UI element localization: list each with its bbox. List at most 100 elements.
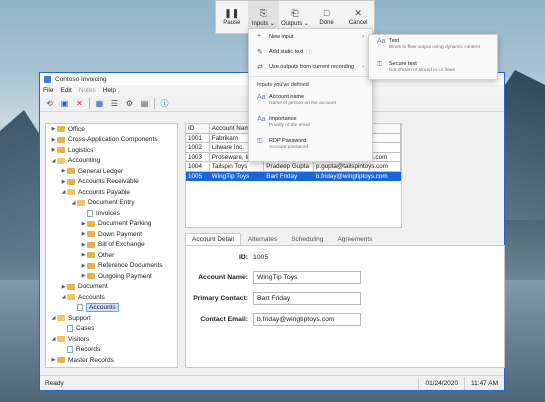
expand-arrow-icon[interactable]: ▶ [80, 263, 87, 269]
table-cell: Pradeep Gupta [264, 162, 314, 172]
expand-arrow-icon[interactable]: ◢ [60, 294, 67, 300]
tree-node[interactable]: ▶ Cross-Application Components [46, 135, 177, 146]
submenu-secure-text[interactable]: ⚿ Secure text Not shown or stored in UI … [369, 58, 497, 81]
defined-input-rdp-password[interactable]: ⚿ RDP Password Account password [249, 135, 372, 157]
primary-contact-label: Primary Contact: [193, 295, 248, 302]
delete-icon[interactable]: ✕ [74, 98, 85, 109]
tree-node[interactable]: Invoices [46, 208, 177, 219]
account-name-field[interactable]: WingTip Toys [253, 271, 361, 284]
info-icon[interactable]: ⓘ [159, 98, 170, 109]
settings-icon[interactable]: ⚙ [124, 98, 135, 109]
tree-node[interactable]: ◢ Support [46, 313, 177, 324]
save-icon[interactable]: ▣ [59, 98, 70, 109]
tree-node[interactable]: Accounts [46, 303, 177, 314]
tree-node[interactable]: ▶ General Ledger [46, 166, 177, 177]
tree-node[interactable]: ◢ Document Entry [46, 198, 177, 209]
table-cell: WingTip Toys [209, 171, 265, 181]
menu-file[interactable]: File [43, 87, 53, 94]
tree-node[interactable]: ▶ Down Payment [46, 229, 177, 240]
defined-input-importance[interactable]: Aa Importance Priority of the email [249, 113, 372, 135]
tree-node[interactable]: ▶ Document [46, 282, 177, 293]
expand-arrow-icon[interactable]: ▶ [60, 179, 67, 185]
tree-node[interactable]: ▶ Reference Documents [46, 261, 177, 272]
report-icon[interactable]: ▤ [139, 98, 150, 109]
close-icon: ✕ [354, 8, 362, 18]
tree-node-label: Reference Documents [98, 262, 163, 270]
refresh-icon[interactable]: ⟲ [44, 98, 55, 109]
page-icon [67, 325, 73, 333]
folder-icon [87, 273, 95, 280]
expand-arrow-icon[interactable]: ▶ [50, 126, 57, 132]
inputs-icon: ⎘ [259, 7, 267, 18]
expand-arrow-icon[interactable]: ▶ [80, 252, 87, 258]
expand-arrow-icon[interactable]: ◢ [70, 200, 77, 206]
expand-arrow-icon[interactable]: ▶ [50, 137, 57, 143]
tree-node-label: Document Parking [98, 220, 152, 228]
navigation-tree[interactable]: ▶ Office ▶ Cross-Application Components ▶ Log… [45, 123, 178, 368]
expand-arrow-icon[interactable]: ▶ [50, 357, 57, 363]
use-outputs-item[interactable]: ⇄ Use outputs from current recording › [249, 59, 372, 74]
menu-notes[interactable]: Notes [79, 87, 96, 94]
menu-edit[interactable]: Edit [60, 87, 71, 94]
tab-account-detail[interactable]: Account Detail [185, 233, 241, 245]
expand-arrow-icon[interactable]: ◢ [50, 158, 57, 164]
tree-node-label: Logistics [68, 146, 94, 154]
detail-tabs: Account Detail Alternates Scheduling Agr… [185, 233, 505, 245]
expand-arrow-icon[interactable]: ▶ [80, 231, 87, 237]
tab-scheduling[interactable]: Scheduling [284, 233, 330, 245]
column-header[interactable]: ID [186, 124, 210, 134]
tree-node[interactable]: ▶ Other [46, 250, 177, 261]
page-icon [77, 304, 83, 312]
tree-node[interactable]: ▶ Master Records [46, 355, 177, 366]
tree-node[interactable]: ▶ Document Parking [46, 219, 177, 230]
tree-node[interactable]: Cases [46, 324, 177, 335]
expand-arrow-icon[interactable]: ▶ [60, 284, 67, 290]
folder-icon [57, 315, 65, 322]
defined-input-account-name[interactable]: Aa Account name Name of person on the ac… [249, 91, 372, 113]
expand-arrow-icon[interactable]: ◢ [50, 336, 57, 342]
expand-arrow-icon[interactable]: ▶ [80, 273, 87, 279]
tree-node-label: Visitors [68, 335, 90, 343]
table-row[interactable]: 1005 WingTip Toys Bart Friday b.friday@wing… [186, 171, 402, 181]
expand-arrow-icon[interactable]: ▶ [80, 221, 87, 227]
submenu-text[interactable]: Aa Text Binds to flow output using dynam… [369, 35, 497, 58]
expand-arrow-icon[interactable]: ▶ [80, 242, 87, 248]
tree-node[interactable]: ▶ Accounts Receivable [46, 177, 177, 188]
grid-icon[interactable]: ▦ [94, 98, 105, 109]
folder-icon [77, 199, 85, 206]
page-icon [87, 209, 93, 217]
table-row[interactable]: 1004 Tailspin Toys Pradeep Gupta p.gupta@ta… [186, 162, 402, 172]
tree-node[interactable]: ◢ Accounts [46, 292, 177, 303]
primary-contact-field[interactable]: Bart Friday [253, 292, 361, 305]
tree-node-label: Accounts Receivable [78, 178, 139, 186]
folder-icon [57, 357, 65, 364]
expand-arrow-icon[interactable]: ◢ [60, 189, 67, 195]
defined-inputs-heading: Inputs you've defined [249, 76, 372, 91]
list-icon[interactable]: ☰ [109, 98, 120, 109]
tree-node[interactable]: ◢ Accounts Payable [46, 187, 177, 198]
folder-icon [67, 189, 75, 196]
tree-node-label: Records [76, 346, 101, 354]
pause-label: Pause [223, 20, 241, 26]
tree-node-label: Document Entry [88, 199, 135, 207]
pause-button[interactable]: ❚❚ Pause [216, 1, 248, 33]
tree-node[interactable]: ◢ Visitors [46, 334, 177, 345]
menu-help[interactable]: Help [103, 87, 116, 94]
tab-agreements[interactable]: Agreements [330, 233, 379, 245]
tree-node[interactable]: ▶ Bill of Exchange [46, 240, 177, 251]
tree-node[interactable]: ◢ Accounting [46, 156, 177, 167]
tab-alternates[interactable]: Alternates [241, 233, 284, 245]
expand-arrow-icon[interactable]: ▶ [50, 147, 57, 153]
secure-input-icon: ⚿ [257, 138, 263, 145]
tree-node[interactable]: ▶ Outgoing Payment [46, 271, 177, 282]
new-input-item[interactable]: + New input › [249, 29, 372, 44]
expand-arrow-icon[interactable]: ▶ [60, 168, 67, 174]
expand-arrow-icon[interactable]: ◢ [50, 315, 57, 321]
tree-node[interactable]: Records [46, 345, 177, 356]
contact-email-field[interactable]: b.friday@wingtiptoys.com [253, 313, 361, 326]
account-name-label: Account Name: [198, 274, 248, 281]
tree-node[interactable]: ▶ Office [46, 124, 177, 135]
new-input-submenu: Aa Text Binds to flow output using dynam… [368, 34, 498, 80]
add-static-text-item[interactable]: ✎ Add static text ⓘ [249, 44, 372, 59]
tree-node[interactable]: ▶ Logistics [46, 145, 177, 156]
